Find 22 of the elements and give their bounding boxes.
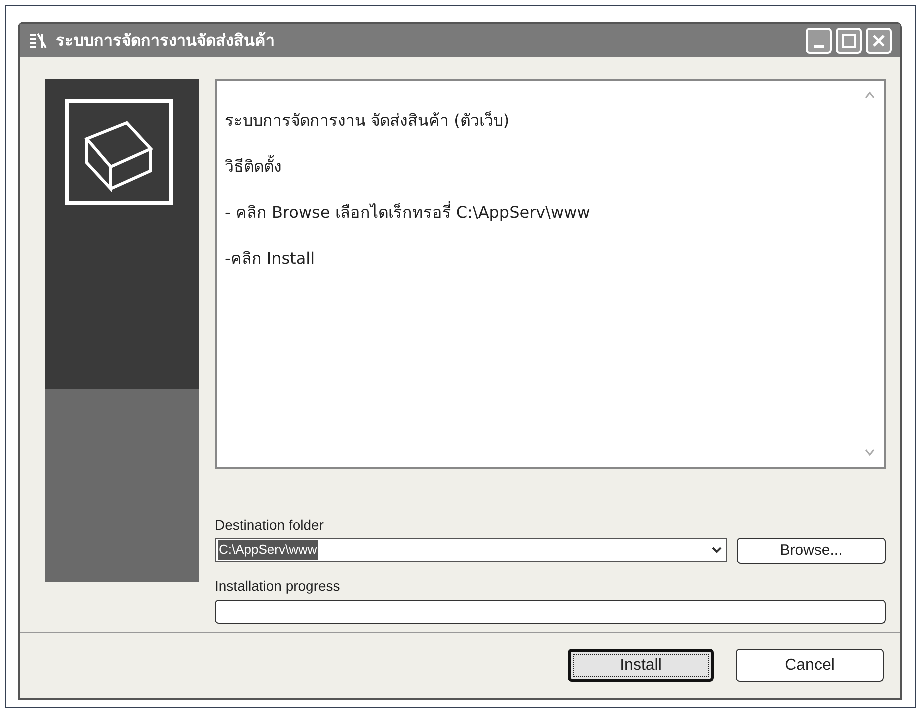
close-button[interactable] (866, 28, 892, 54)
maximize-button[interactable] (836, 28, 862, 54)
field-label: Destination folder (215, 516, 325, 535)
install-button[interactable]: Install (568, 649, 714, 682)
cancel-button[interactable]: Cancel (736, 649, 884, 682)
maximize-icon (842, 34, 856, 48)
minimize-icon (814, 44, 824, 48)
field-label: Installation progress (215, 577, 342, 596)
close-icon (872, 34, 886, 48)
app-icon (28, 32, 48, 50)
readme-line: วิธีติดตั้ง (225, 155, 283, 178)
scroll-down-icon (864, 447, 876, 459)
destination-combo-box[interactable]: C:\AppServ\www (215, 538, 727, 562)
window-title: ระบบการจัดการงานจัดส่งสินค้า (56, 30, 275, 52)
minimize-button[interactable] (806, 28, 832, 54)
destination-value: C:\AppServ\www (218, 540, 318, 560)
readme-line: - คลิก Browse เลือกไดเร็กทรอรี่ C:\AppServ\www (225, 201, 592, 224)
readme-line: -คลิก Install (225, 248, 316, 270)
scroll-up-icon (864, 89, 876, 101)
readme-line: ระบบการจัดการงาน จัดส่งสินค้า (ตัวเว็บ) (225, 110, 511, 132)
box-icon (65, 99, 173, 205)
browse-button[interactable]: Browse... (737, 538, 886, 564)
